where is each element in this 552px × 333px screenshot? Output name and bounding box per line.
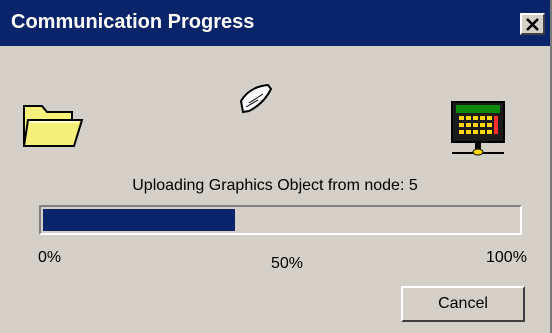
terminal-device-icon [450, 100, 506, 163]
document-icon [238, 83, 274, 120]
close-button[interactable] [520, 13, 545, 35]
upload-progress-bar [39, 205, 522, 235]
window-title: Communication Progress [11, 11, 255, 33]
title-bar[interactable]: Communication Progress [0, 0, 550, 46]
folder-icon [22, 98, 84, 155]
progress-label-max: 100% [486, 249, 527, 266]
progress-bar-fill [43, 209, 235, 231]
status-message: Uploading Graphics Object from node: 5 [132, 177, 418, 194]
cancel-button[interactable]: Cancel [401, 286, 525, 322]
close-icon [526, 18, 539, 31]
progress-label-min: 0% [38, 249, 62, 266]
communication-progress-dialog: Communication Progress Uploading Graphic… [0, 0, 552, 333]
progress-label-mid: 50% [271, 255, 304, 272]
